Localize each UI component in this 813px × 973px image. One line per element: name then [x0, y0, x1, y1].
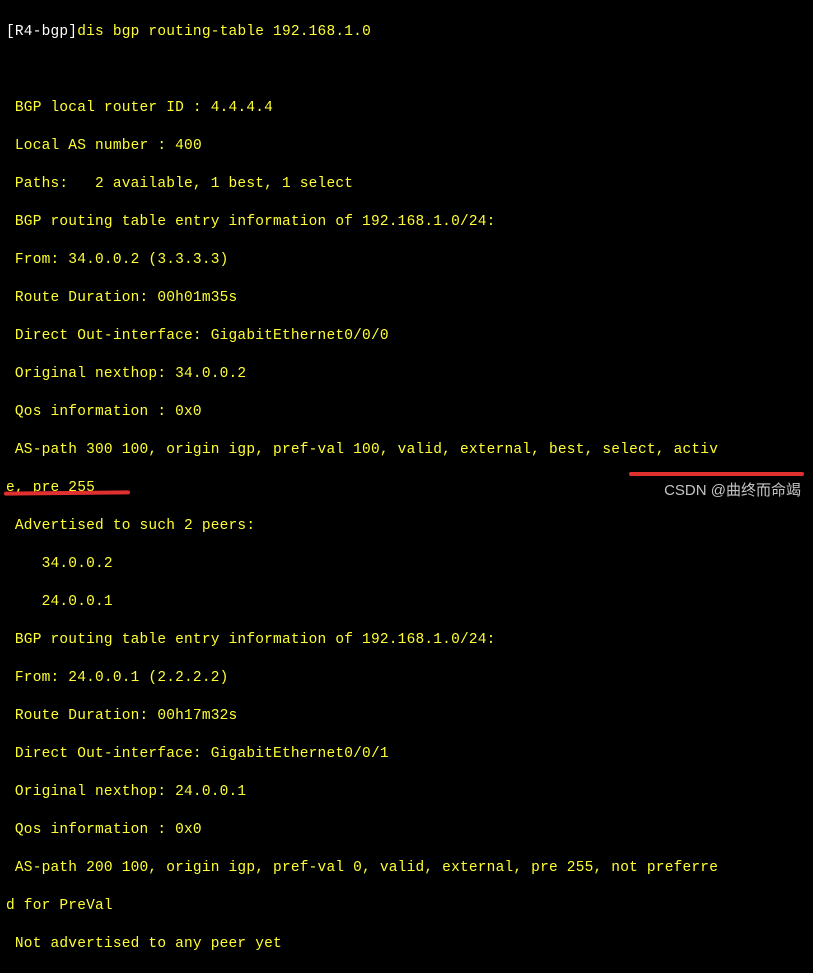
- entry2-title: BGP routing table entry information of 1…: [6, 631, 807, 650]
- annotation-underline-1: [629, 472, 804, 476]
- entry2-from: From: 24.0.0.1 (2.2.2.2): [6, 669, 807, 688]
- router-id-label: BGP local router ID :: [6, 100, 211, 116]
- entry2-out-if: Direct Out-interface: GigabitEthernet0/0…: [6, 745, 807, 764]
- local-as-label: Local AS number :: [6, 138, 175, 154]
- entry1-duration: Route Duration: 00h01m35s: [6, 289, 807, 308]
- blank-line: [6, 61, 807, 80]
- entry1-peer-1: 34.0.0.2: [6, 555, 807, 574]
- entry2-qos: Qos information : 0x0: [6, 821, 807, 840]
- entry1-out-if: Direct Out-interface: GigabitEthernet0/0…: [6, 327, 807, 346]
- entry2-aspath-2: d for PreVal: [6, 897, 807, 916]
- entry2-nexthop: Original nexthop: 24.0.0.1: [6, 783, 807, 802]
- prompt-device: [R4-bgp]: [6, 24, 77, 40]
- entry1-from: From: 34.0.0.2 (3.3.3.3): [6, 251, 807, 270]
- entry1-nexthop: Original nexthop: 34.0.0.2: [6, 365, 807, 384]
- entry1-title: BGP routing table entry information of 1…: [6, 213, 807, 232]
- entry1-aspath-1: AS-path 300 100, origin igp, pref-val 10…: [6, 441, 807, 460]
- local-as: 400: [175, 138, 202, 154]
- entry2-duration: Route Duration: 00h17m32s: [6, 707, 807, 726]
- entry2-aspath-1: AS-path 200 100, origin igp, pref-val 0,…: [6, 859, 807, 878]
- router-id: 4.4.4.4: [211, 100, 273, 116]
- watermark-text: CSDN @曲终而命竭: [664, 481, 801, 500]
- paths-line: Paths: 2 available, 1 best, 1 select: [6, 175, 807, 194]
- prompt-command: dis bgp routing-table 192.168.1.0: [77, 24, 371, 40]
- entry1-qos: Qos information : 0x0: [6, 403, 807, 422]
- entry2-adv: Not advertised to any peer yet: [6, 935, 807, 954]
- entry1-peer-2: 24.0.0.1: [6, 593, 807, 612]
- entry1-adv-header: Advertised to such 2 peers:: [6, 517, 807, 536]
